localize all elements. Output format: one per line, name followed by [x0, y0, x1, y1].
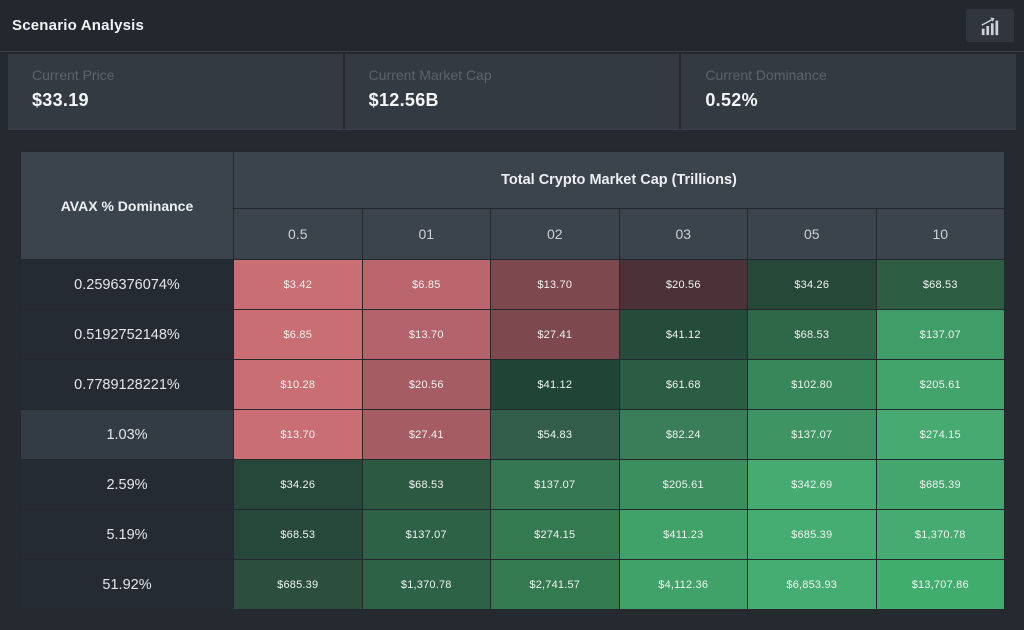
scenario-cell: $20.56	[619, 260, 748, 310]
table-row: 0.5192752148% $6.85 $13.70 $27.41 $41.12…	[21, 310, 1005, 360]
scenario-cell: $61.68	[619, 360, 748, 410]
scenario-cell: $13.70	[234, 410, 363, 460]
stat-value: $33.19	[32, 90, 343, 111]
scenario-cell: $6.85	[362, 260, 491, 310]
scenario-cell: $685.39	[876, 460, 1005, 510]
scenario-cell: $4,112.36	[619, 560, 748, 610]
scenario-cell: $20.56	[362, 360, 491, 410]
scenario-cell: $137.07	[491, 460, 620, 510]
scenario-cell: $41.12	[619, 310, 748, 360]
table-group-header: Total Crypto Market Cap (Trillions)	[234, 152, 1005, 209]
scenario-cell: $342.69	[748, 460, 877, 510]
scenario-cell: $205.61	[619, 460, 748, 510]
scenario-matrix-table: AVAX % Dominance Total Crypto Market Cap…	[20, 151, 1005, 610]
stat-current-market-cap: Current Market Cap $12.56B	[343, 54, 680, 129]
scenario-cell: $68.53	[234, 510, 363, 560]
scenario-cell: $13.70	[491, 260, 620, 310]
stats-row: Current Price $33.19 Current Market Cap …	[8, 54, 1016, 130]
column-header: 01	[362, 209, 491, 260]
stat-label: Current Market Cap	[369, 67, 680, 83]
scenario-analysis-page: { "header": { "title": "Scenario Analysi…	[0, 0, 1024, 630]
row-label[interactable]: 51.92%	[21, 560, 234, 610]
column-header: 03	[619, 209, 748, 260]
stat-value: 0.52%	[705, 90, 1016, 111]
row-label[interactable]: 0.2596376074%	[21, 260, 234, 310]
row-label[interactable]: 1.03%	[21, 410, 234, 460]
column-header: 0.5	[234, 209, 363, 260]
column-header: 02	[491, 209, 620, 260]
scenario-cell: $41.12	[491, 360, 620, 410]
scenario-cell: $13.70	[362, 310, 491, 360]
column-header: 05	[748, 209, 877, 260]
row-label[interactable]: 5.19%	[21, 510, 234, 560]
chart-view-button[interactable]	[966, 9, 1014, 42]
scenario-cell: $27.41	[491, 310, 620, 360]
scenario-cell: $13,707.86	[876, 560, 1005, 610]
stat-current-price: Current Price $33.19	[8, 54, 343, 129]
scenario-cell: $274.15	[491, 510, 620, 560]
scenario-cell: $205.61	[876, 360, 1005, 410]
scenario-cell: $34.26	[748, 260, 877, 310]
scenario-cell: $3.42	[234, 260, 363, 310]
table-row: 5.19% $68.53 $137.07 $274.15 $411.23 $68…	[21, 510, 1005, 560]
scenario-cell: $274.15	[876, 410, 1005, 460]
row-label[interactable]: 0.5192752148%	[21, 310, 234, 360]
scenario-cell: $2,741.57	[491, 560, 620, 610]
table-row: 2.59% $34.26 $68.53 $137.07 $205.61 $342…	[21, 460, 1005, 510]
stat-label: Current Price	[32, 67, 343, 83]
scenario-cell: $411.23	[619, 510, 748, 560]
row-label[interactable]: 0.7789128221%	[21, 360, 234, 410]
scenario-cell: $68.53	[876, 260, 1005, 310]
scenario-cell: $68.53	[748, 310, 877, 360]
scenario-cell: $102.80	[748, 360, 877, 410]
table-row: 0.2596376074% $3.42 $6.85 $13.70 $20.56 …	[21, 260, 1005, 310]
topbar: Scenario Analysis	[0, 0, 1024, 52]
scenario-cell: $27.41	[362, 410, 491, 460]
stat-current-dominance: Current Dominance 0.52%	[679, 54, 1016, 129]
column-header: 10	[876, 209, 1005, 260]
scenario-cell: $68.53	[362, 460, 491, 510]
table-row: 1.03% $13.70 $27.41 $54.83 $82.24 $137.0…	[21, 410, 1005, 460]
stat-value: $12.56B	[369, 90, 680, 111]
scenario-cell: $82.24	[619, 410, 748, 460]
stat-label: Current Dominance	[705, 67, 1016, 83]
scenario-cell: $685.39	[234, 560, 363, 610]
page-title: Scenario Analysis	[12, 17, 144, 34]
scenario-cell: $54.83	[491, 410, 620, 460]
scenario-cell: $1,370.78	[876, 510, 1005, 560]
scenario-cell: $10.28	[234, 360, 363, 410]
scenario-cell: $6,853.93	[748, 560, 877, 610]
bar-chart-trending-up-icon	[979, 16, 1001, 36]
table-row: 0.7789128221% $10.28 $20.56 $41.12 $61.6…	[21, 360, 1005, 410]
table-corner-header: AVAX % Dominance	[21, 152, 234, 260]
row-label[interactable]: 2.59%	[21, 460, 234, 510]
scenario-cell: $34.26	[234, 460, 363, 510]
scenario-cell: $137.07	[362, 510, 491, 560]
table-row: 51.92% $685.39 $1,370.78 $2,741.57 $4,11…	[21, 560, 1005, 610]
scenario-cell: $685.39	[748, 510, 877, 560]
scenario-cell: $137.07	[876, 310, 1005, 360]
scenario-cell: $1,370.78	[362, 560, 491, 610]
scenario-cell: $137.07	[748, 410, 877, 460]
scenario-cell: $6.85	[234, 310, 363, 360]
